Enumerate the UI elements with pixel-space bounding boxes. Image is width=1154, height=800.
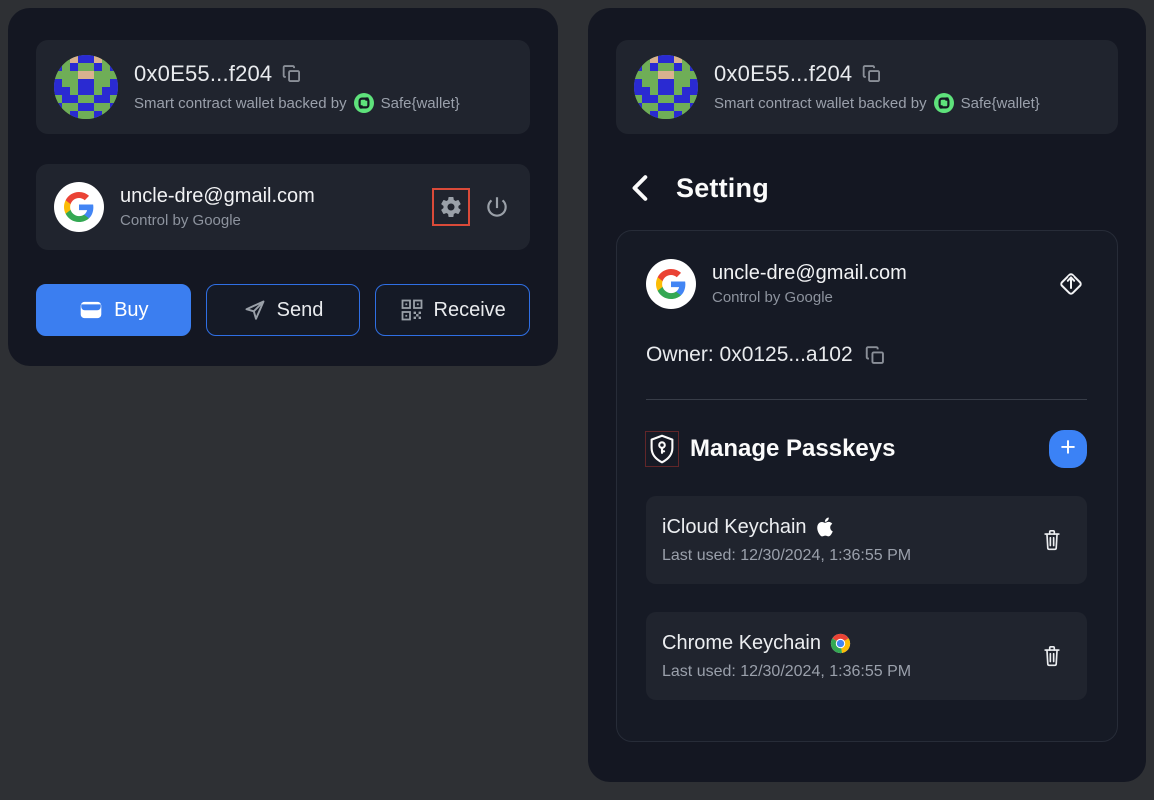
owner-address: Owner: 0x0125...a102: [646, 343, 853, 367]
passkey-name: iCloud Keychain: [662, 516, 807, 539]
wallet-brand-text: Safe{wallet}: [961, 95, 1040, 112]
gear-icon: [439, 195, 463, 219]
wallet-buy-icon: [78, 297, 104, 323]
settings-panel: 0x0E55...f204 Smart contract wallet back…: [588, 8, 1146, 782]
export-account-button[interactable]: [1057, 270, 1085, 298]
passkey-row: iCloud Keychain Last used: 12/30/2024, 1…: [646, 496, 1087, 584]
export-icon: [1057, 270, 1085, 298]
copy-address-button[interactable]: [862, 64, 882, 84]
add-passkey-button[interactable]: +: [1049, 430, 1087, 468]
passkey-row: Chrome Keychain: [646, 612, 1087, 700]
safe-logo-icon: [354, 93, 374, 113]
setting-header: Setting: [628, 172, 1146, 204]
receive-button-label: Receive: [434, 299, 506, 322]
wallet-avatar: [634, 55, 698, 119]
passkey-last-used: Last used: 12/30/2024, 1:36:55 PM: [662, 547, 1041, 565]
safe-logo-icon: [934, 93, 954, 113]
passkey-last-used: Last used: 12/30/2024, 1:36:55 PM: [662, 663, 1041, 681]
copy-icon: [862, 64, 882, 84]
copy-address-button[interactable]: [282, 64, 302, 84]
google-account-row: uncle-dre@gmail.com Control by Google: [646, 259, 1087, 309]
google-account-lines: uncle-dre@gmail.com Control by Google: [120, 185, 418, 229]
buy-button-label: Buy: [114, 299, 148, 322]
page-title: Setting: [676, 173, 769, 204]
passkeys-title: Manage Passkeys: [690, 435, 1049, 463]
google-logo-icon: [646, 259, 696, 309]
wallet-address: 0x0E55...f204: [714, 61, 852, 87]
send-button-label: Send: [277, 299, 324, 322]
wallet-address-lines: 0x0E55...f204 Smart contract wallet back…: [714, 61, 1040, 113]
account-email: uncle-dre@gmail.com: [712, 262, 1041, 285]
send-button[interactable]: Send: [206, 284, 361, 336]
apple-icon: [816, 516, 836, 538]
copy-icon: [865, 345, 886, 366]
trash-icon: [1041, 528, 1063, 552]
power-icon: [484, 194, 510, 220]
trash-icon: [1041, 644, 1063, 668]
wallet-address-lines: 0x0E55...f204 Smart contract wallet back…: [134, 61, 460, 113]
settings-card: uncle-dre@gmail.com Control by Google Ow…: [616, 230, 1118, 742]
chrome-icon: [830, 633, 851, 654]
wallet-brand-text: Safe{wallet}: [381, 95, 460, 112]
copy-icon: [282, 64, 302, 84]
delete-passkey-button[interactable]: [1041, 644, 1063, 668]
buy-button[interactable]: Buy: [36, 284, 191, 336]
google-logo-icon: [54, 182, 104, 232]
shield-key-icon: [646, 432, 678, 466]
wallet-avatar: [54, 55, 118, 119]
google-account-card: uncle-dre@gmail.com Control by Google: [36, 164, 530, 250]
owner-row: Owner: 0x0125...a102: [646, 343, 1087, 367]
divider: [646, 399, 1087, 400]
wallet-address: 0x0E55...f204: [134, 61, 272, 87]
plus-icon: +: [1060, 434, 1076, 461]
wallet-main-panel: 0x0E55...f204 Smart contract wallet back…: [8, 8, 558, 366]
wallet-address-card: 0x0E55...f204 Smart contract wallet back…: [36, 40, 530, 134]
send-plane-icon: [243, 298, 267, 322]
wallet-actions: Buy Send: [36, 284, 530, 336]
qr-code-icon: [400, 298, 424, 322]
passkeys-header: Manage Passkeys +: [646, 430, 1087, 468]
logout-button[interactable]: [484, 194, 510, 220]
receive-button[interactable]: Receive: [375, 284, 530, 336]
wallet-address-card: 0x0E55...f204 Smart contract wallet back…: [616, 40, 1118, 134]
back-button[interactable]: [628, 172, 654, 204]
passkey-name: Chrome Keychain: [662, 632, 821, 655]
settings-button[interactable]: [434, 190, 468, 224]
account-email: uncle-dre@gmail.com: [120, 185, 418, 208]
passkey-lines: iCloud Keychain Last used: 12/30/2024, 1…: [662, 516, 1041, 565]
chevron-left-icon: [628, 172, 654, 204]
copy-owner-button[interactable]: [865, 345, 886, 366]
wallet-backed-by-text: Smart contract wallet backed by: [134, 95, 347, 112]
account-subtitle: Control by Google: [712, 289, 1041, 306]
delete-passkey-button[interactable]: [1041, 528, 1063, 552]
google-account-lines: uncle-dre@gmail.com Control by Google: [712, 262, 1041, 306]
passkey-lines: Chrome Keychain: [662, 632, 1041, 681]
account-subtitle: Control by Google: [120, 212, 418, 229]
wallet-backed-by-text: Smart contract wallet backed by: [714, 95, 927, 112]
